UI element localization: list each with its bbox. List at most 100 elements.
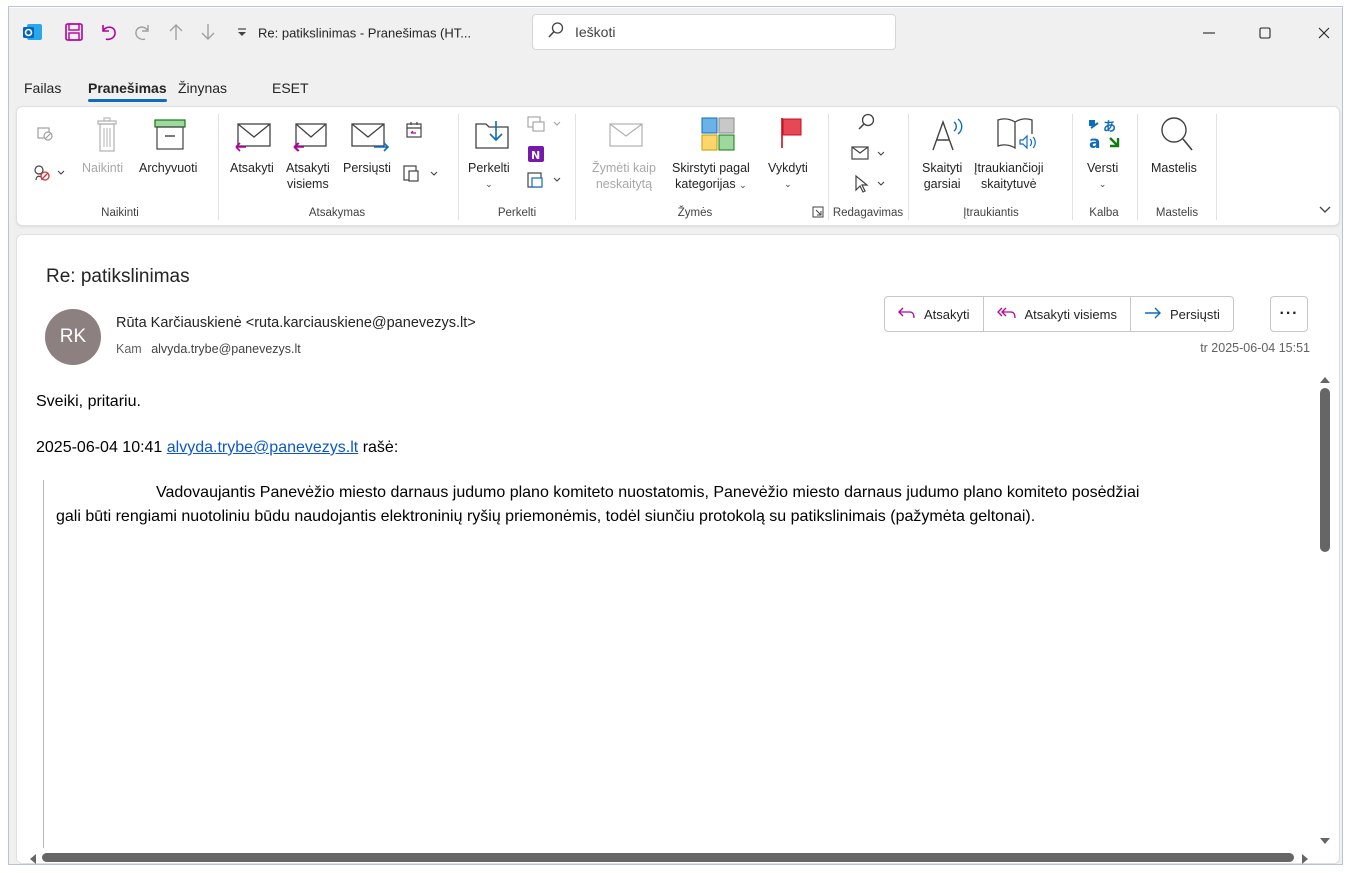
customize-qat-icon[interactable] — [230, 20, 254, 44]
forward-icon[interactable] — [350, 120, 392, 159]
scroll-right-icon[interactable] — [1300, 852, 1310, 870]
scroll-left-icon[interactable] — [28, 852, 38, 870]
window-title: Re: patikslinimas - Pranešimas (HT... — [258, 25, 472, 41]
vertical-scroll-thumb[interactable] — [1320, 388, 1330, 552]
search-input[interactable]: Ieškoti — [532, 14, 896, 50]
archive-button[interactable]: Archyvuoti — [139, 160, 197, 176]
reply-all-button[interactable]: Atsakyti visiems — [984, 297, 1131, 331]
forward-arrow-icon — [1144, 306, 1162, 323]
ribbon-separator — [575, 114, 576, 220]
dialog-launcher-icon[interactable] — [812, 205, 824, 223]
move-button[interactable]: Perkelti ⌄ — [468, 160, 510, 192]
move-icon[interactable] — [474, 118, 512, 157]
actions-icon[interactable] — [526, 170, 566, 195]
read-aloud-label-2: garsiai — [923, 177, 961, 191]
flag-icon[interactable] — [778, 116, 806, 155]
categorize-label-2: kategorijas ⌄ — [675, 177, 747, 191]
avatar[interactable]: RK — [45, 309, 101, 365]
message-actions: Atsakyti Atsakyti visiems Persiųsti — [884, 296, 1234, 332]
move-label: Perkelti — [468, 161, 510, 175]
more-actions-button[interactable]: ··· — [1270, 296, 1308, 332]
immersive-reader-icon[interactable] — [996, 116, 1038, 157]
find-icon[interactable] — [856, 112, 876, 137]
zoom-icon[interactable] — [1158, 114, 1196, 159]
onenote-icon[interactable]: N — [526, 144, 546, 169]
recipient[interactable]: alvyda.trybe@panevezys.lt — [151, 342, 301, 356]
reply-icon[interactable] — [234, 120, 274, 159]
reply-ribbon-button[interactable]: Atsakyti — [230, 160, 274, 176]
ribbon-collapse-icon[interactable] — [1318, 202, 1332, 220]
maximize-button[interactable] — [1252, 20, 1278, 46]
follow-up-button[interactable]: Vykdyti ⌄ — [768, 160, 808, 192]
search-placeholder: Ieškoti — [575, 24, 616, 40]
translate-button[interactable]: Versti ⌄ — [1087, 160, 1118, 192]
reply-arrow-icon — [898, 306, 916, 323]
immersive-reader-label-2: skaitytuvė — [980, 177, 1037, 191]
next-item-icon[interactable] — [196, 20, 220, 44]
minimize-button[interactable] — [1196, 20, 1222, 46]
forward-button[interactable]: Persiųsti — [1131, 297, 1233, 331]
delete-button[interactable]: Naikinti — [82, 160, 123, 176]
ribbon-separator — [1216, 114, 1217, 220]
group-label-redagavimas: Redagavimas — [832, 207, 904, 219]
tab-zinynas[interactable]: Žinynas — [178, 80, 227, 96]
reply-all-label-1: Atsakyti — [286, 161, 330, 175]
related-icon[interactable] — [850, 144, 890, 169]
chevron-down-icon: ⌄ — [1098, 179, 1107, 189]
message-datetime: tr 2025-06-04 15:51 — [1200, 341, 1310, 355]
translate-icon[interactable]: あa — [1086, 116, 1122, 157]
zoom-button[interactable]: Mastelis — [1151, 160, 1197, 176]
ignore-icon[interactable] — [36, 124, 54, 147]
immersive-reader-button[interactable]: Įtraukiančioji skaitytuvė — [974, 160, 1043, 192]
meeting-reply-icon[interactable] — [404, 120, 424, 145]
quote-header-link[interactable]: alvyda.trybe@panevezys.lt — [167, 439, 358, 456]
message-subject: Re: patikslinimas — [46, 266, 190, 287]
scroll-down-icon[interactable] — [1319, 833, 1331, 851]
reply-all-label-2: visiems — [287, 177, 329, 191]
more-respond-icon[interactable] — [402, 164, 442, 189]
categorize-icon[interactable] — [700, 116, 736, 157]
reply-all-icon[interactable] — [290, 120, 330, 159]
reply-button[interactable]: Atsakyti — [885, 297, 984, 331]
group-label-perkelti: Perkelti — [497, 207, 537, 219]
quote-header: 2025-06-04 10:41 alvyda.trybe@panevezys.… — [36, 439, 398, 457]
outlook-app-icon — [20, 20, 44, 44]
select-icon[interactable] — [852, 174, 892, 199]
categorize-button[interactable]: Skirstyti pagal kategorijas ⌄ — [672, 160, 750, 193]
forward-label: Persiųsti — [1169, 306, 1220, 322]
undo-icon[interactable] — [97, 20, 121, 44]
tab-eset[interactable]: ESET — [272, 80, 309, 96]
delete-icon[interactable] — [94, 116, 120, 159]
chevron-down-icon: ⌄ — [784, 179, 792, 189]
save-icon[interactable] — [62, 20, 86, 44]
horizontal-scroll-thumb[interactable] — [42, 853, 1294, 862]
svg-text:a: a — [1089, 133, 1100, 152]
read-aloud-label-1: Skaityti — [922, 161, 963, 175]
mark-unread-icon[interactable] — [608, 120, 644, 157]
archive-icon[interactable] — [152, 118, 188, 157]
redo-icon[interactable] — [130, 20, 154, 44]
immersive-reader-label-1: Įtraukiančioji — [974, 161, 1044, 175]
quoted-line-2: gali būti rengiami nuotoliniu būdu naudo… — [56, 508, 1036, 525]
ribbon-separator — [1072, 114, 1073, 220]
forward-ribbon-button[interactable]: Persiųsti — [343, 160, 391, 176]
mark-unread-button[interactable]: Žymėti kaip neskaitytą — [592, 160, 656, 192]
svg-text:あ: あ — [1103, 120, 1116, 135]
sender[interactable]: Rūta Karčiauskienė <ruta.karciauskiene@p… — [116, 315, 476, 331]
categorize-label-1: Skirstyti pagal — [672, 161, 750, 175]
close-button[interactable] — [1311, 20, 1337, 46]
tab-pranesimas[interactable]: Pranešimas — [88, 80, 167, 102]
search-icon — [547, 21, 565, 44]
rules-icon[interactable] — [526, 114, 566, 139]
read-aloud-button[interactable]: Skaityti garsiai — [922, 160, 962, 192]
mark-unread-label-1: Žymėti kaip — [592, 161, 656, 175]
reply-all-ribbon-button[interactable]: Atsakyti visiems — [286, 160, 330, 192]
previous-item-icon[interactable] — [164, 20, 188, 44]
quote-block — [43, 480, 1311, 848]
cleanup-icon[interactable] — [32, 163, 66, 186]
chevron-down-icon: ⌄ — [485, 179, 493, 189]
read-aloud-icon[interactable] — [930, 116, 966, 157]
quote-header-date: 2025-06-04 10:41 — [36, 439, 163, 456]
tab-failas[interactable]: Failas — [24, 80, 61, 96]
ribbon-separator — [458, 114, 459, 220]
